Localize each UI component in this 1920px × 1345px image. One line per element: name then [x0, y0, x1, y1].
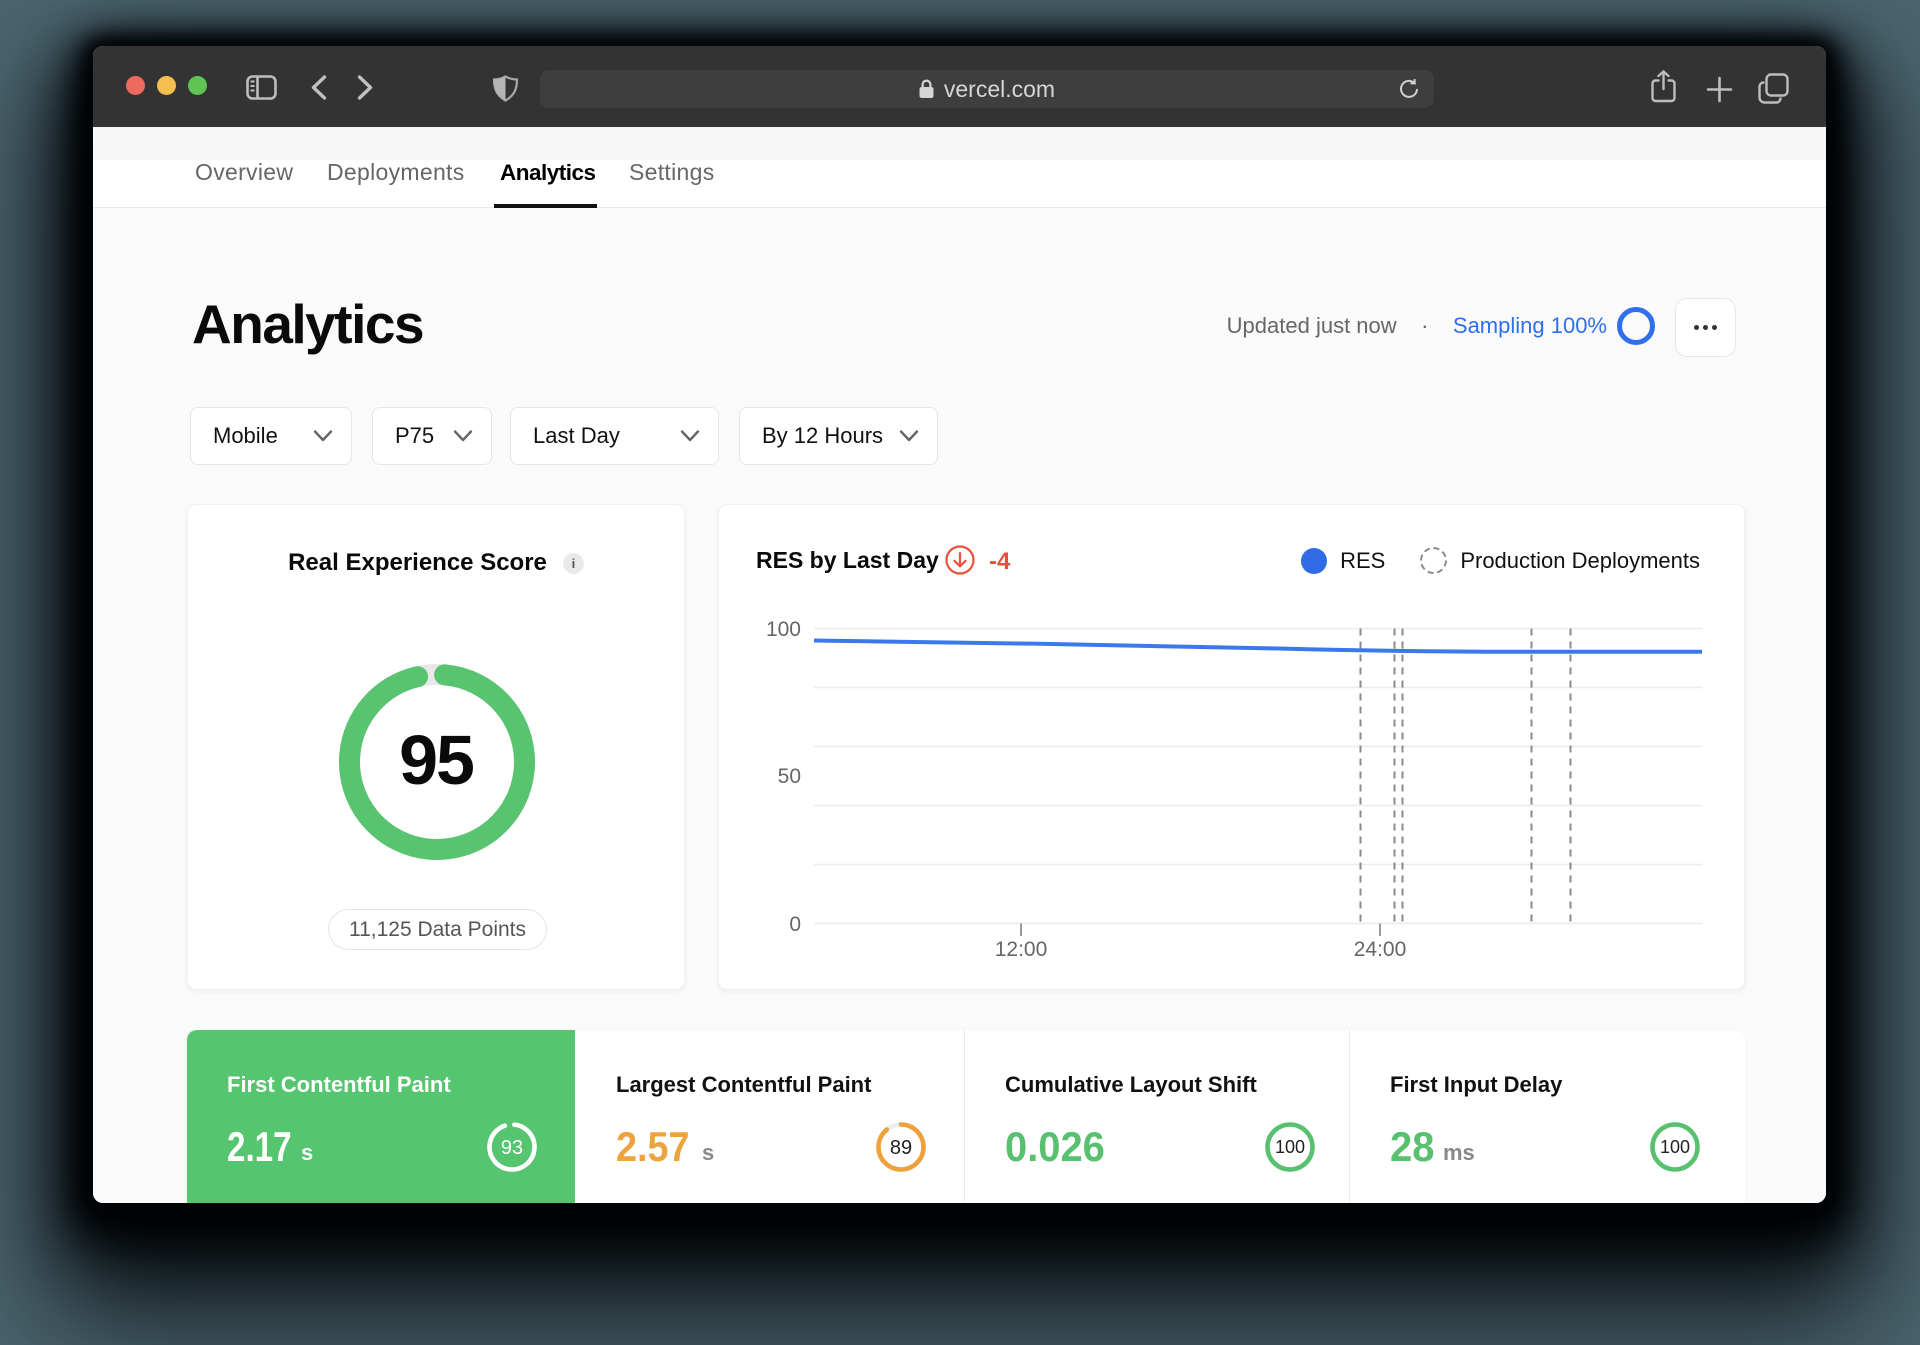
- svg-text:50: 50: [778, 765, 801, 788]
- svg-text:0: 0: [789, 913, 801, 936]
- svg-text:100: 100: [766, 618, 801, 641]
- svg-text:12:00: 12:00: [995, 938, 1048, 961]
- svg-text:100: 100: [1660, 1137, 1690, 1157]
- svg-text:100: 100: [1275, 1137, 1305, 1157]
- svg-text:89: 89: [890, 1137, 912, 1159]
- svg-text:24:00: 24:00: [1354, 938, 1407, 961]
- svg-text:93: 93: [501, 1137, 523, 1159]
